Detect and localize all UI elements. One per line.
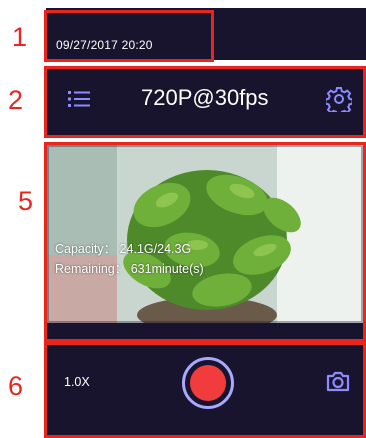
callout-6: 6 bbox=[8, 371, 24, 401]
record-icon bbox=[190, 365, 226, 401]
callout-2: 2 bbox=[8, 85, 24, 115]
resolution-selector[interactable]: 720P@30fps bbox=[141, 84, 269, 112]
callout-5: 5 bbox=[18, 186, 34, 216]
camera-snapshot-icon[interactable] bbox=[325, 368, 351, 394]
callout-1: 1 bbox=[12, 22, 28, 52]
preview-highlight-box bbox=[44, 142, 366, 342]
status-highlight-box bbox=[44, 10, 214, 62]
datetime-text: 09/27/2017 20:20 bbox=[56, 38, 153, 52]
gear-icon[interactable] bbox=[324, 86, 354, 117]
record-button[interactable] bbox=[182, 357, 234, 409]
zoom-level-label[interactable]: 1.0X bbox=[64, 375, 90, 389]
list-menu-icon[interactable] bbox=[68, 89, 92, 109]
